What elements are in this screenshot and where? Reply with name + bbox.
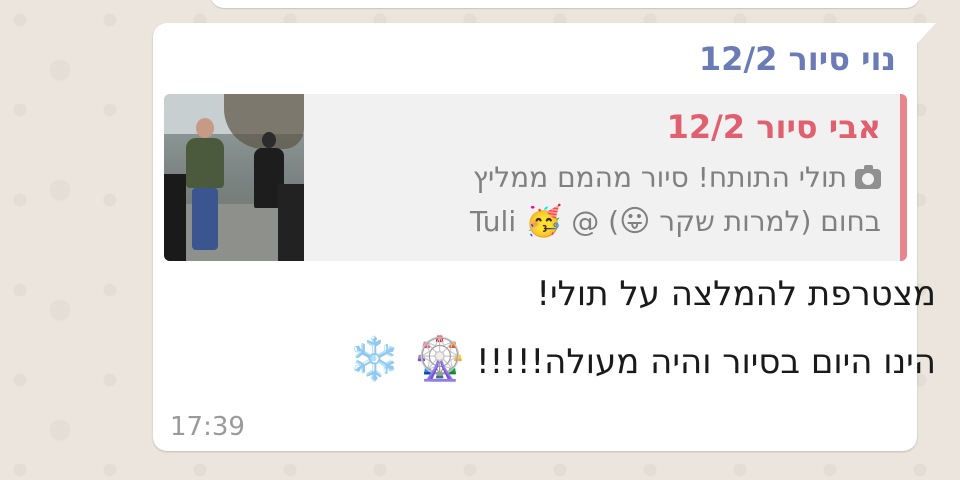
quoted-photo-thumbnail[interactable] — [164, 94, 304, 261]
bubble-tail — [912, 23, 936, 49]
message-time: 17:39 — [170, 412, 245, 442]
quoted-text-line-1-label: תולי התותח! סיור מהמם ממליץ — [472, 161, 847, 194]
quoted-message[interactable]: אבי סיור 12/2 תולי התותח! סיור מהמם ממלי… — [164, 94, 907, 261]
thumb-figure — [196, 118, 214, 138]
quoted-text-line-1: תולי התותח! סיור מהמם ממליץ — [321, 156, 881, 200]
tongue-emoji: 😛 — [619, 204, 651, 239]
thumb-figure — [192, 188, 218, 250]
mention-tuli[interactable]: Tuli — [470, 205, 516, 238]
thumb-figure — [186, 138, 224, 188]
quote-accent-bar — [900, 94, 907, 261]
thumb-figure — [262, 132, 276, 148]
quoted-text-line-2-mid: ) @ — [571, 205, 620, 238]
quoted-author: אבי סיור 12/2 — [666, 108, 881, 146]
quoted-text-line-2-prefix: בחום (למרות שקר — [659, 205, 881, 238]
quoted-text-line-2: בחום (למרות שקר 😛) @ 🥳 Tuli — [321, 200, 881, 244]
thumb-figure — [164, 174, 186, 261]
camera-icon — [855, 165, 881, 189]
ferris-wheel-snowflake-emoji: 🎡 ❄️ — [348, 334, 467, 383]
sender-name[interactable]: נוי סיור 12/2 — [699, 40, 896, 78]
message-body-line-2-text: הינו היום בסיור והיה מעולה!!!!! — [476, 342, 936, 382]
message-body-line-2: הינו היום בסיור והיה מעולה!!!!!🎡 ❄️ — [348, 334, 936, 384]
thumb-figure — [278, 184, 304, 261]
party-face-emoji: 🥳 — [525, 204, 563, 239]
message-body-line-1: מצטרפת להמלצה על תולי! — [536, 274, 936, 314]
quoted-text: תולי התותח! סיור מהמם ממליץ בחום (למרות … — [321, 156, 881, 244]
previous-message-bubble[interactable] — [210, 0, 920, 8]
